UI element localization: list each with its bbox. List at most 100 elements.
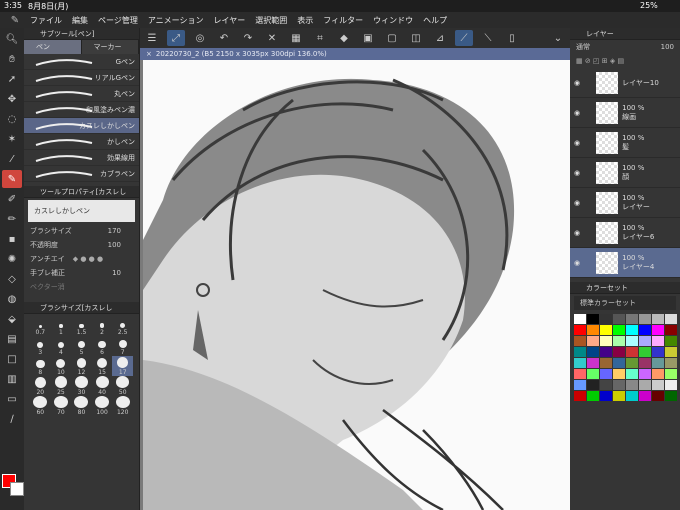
color-swatch[interactable] xyxy=(626,358,638,368)
decoration-icon[interactable]: ✺ xyxy=(2,250,22,268)
color-swatch[interactable] xyxy=(639,325,651,335)
color-swatch[interactable] xyxy=(587,358,599,368)
brush-size-option[interactable]: 50 xyxy=(112,376,133,396)
color-swatch[interactable] xyxy=(613,369,625,379)
gradient-icon[interactable]: ▤ xyxy=(2,330,22,348)
menu-selection[interactable]: 選択範囲 xyxy=(255,15,287,26)
color-swatch[interactable] xyxy=(639,336,651,346)
layer-row[interactable]: ◉ 100 % 顔 xyxy=(570,158,680,188)
brush-size-option[interactable]: 100 xyxy=(92,396,113,416)
figure-icon[interactable]: □ xyxy=(2,350,22,368)
eye-icon[interactable]: ◉ xyxy=(574,169,580,177)
color-swatch[interactable] xyxy=(574,369,586,379)
snap-icon[interactable]: ⟋ xyxy=(455,30,473,46)
brush-size-option[interactable]: 8 xyxy=(30,356,51,376)
ruler-icon[interactable]: ⊿ xyxy=(431,30,449,46)
brush-size-option[interactable]: 6 xyxy=(92,336,113,356)
color-swatch[interactable] xyxy=(613,358,625,368)
grid-icon[interactable]: ▦ xyxy=(287,30,305,46)
hand-icon[interactable]: ✋︎ xyxy=(2,50,22,68)
tab-marker[interactable]: マーカー xyxy=(81,40,139,54)
eye-icon[interactable]: ◉ xyxy=(574,139,580,147)
brush-size-option[interactable]: 30 xyxy=(71,376,92,396)
color-swatch[interactable] xyxy=(613,314,625,324)
brush-size-option[interactable]: 40 xyxy=(92,376,113,396)
color-swatch[interactable] xyxy=(574,391,586,401)
layer-row[interactable]: ◉ レイヤー10 xyxy=(570,68,680,98)
eye-icon[interactable]: ◉ xyxy=(574,79,580,87)
blend-mode[interactable]: 通常 xyxy=(576,42,590,52)
color-swatch[interactable] xyxy=(665,336,677,346)
color-swatch[interactable] xyxy=(587,380,599,390)
brush-item[interactable]: リアルGペン xyxy=(24,70,139,86)
color-swatch[interactable] xyxy=(665,325,677,335)
brush-item[interactable]: 丸ペン xyxy=(24,86,139,102)
size-value[interactable]: 170 xyxy=(108,227,121,235)
color-swatch[interactable] xyxy=(574,358,586,368)
color-swatch[interactable] xyxy=(626,336,638,346)
brush-size-option[interactable]: 15 xyxy=(92,356,113,376)
eye-icon[interactable]: ◉ xyxy=(574,259,580,267)
brush-size-option[interactable]: 1 xyxy=(51,316,72,336)
opacity-value[interactable]: 100 xyxy=(108,241,121,249)
clear-icon[interactable]: ✕ xyxy=(263,30,281,46)
color-swatch[interactable] xyxy=(600,336,612,346)
color-swatch[interactable] xyxy=(626,391,638,401)
color-swatch[interactable] xyxy=(600,358,612,368)
brush-item[interactable]: カスレしかしペン xyxy=(24,118,139,134)
color-swatch[interactable] xyxy=(587,325,599,335)
lasso-icon[interactable]: ◌ xyxy=(2,110,22,128)
color-swatch[interactable] xyxy=(613,391,625,401)
brush-item[interactable]: カブラペン xyxy=(24,166,139,182)
color-swatch[interactable] xyxy=(574,314,586,324)
color-swatch[interactable] xyxy=(665,314,677,324)
eye-icon[interactable]: ◉ xyxy=(574,229,580,237)
brush-size-option[interactable]: 3 xyxy=(30,336,51,356)
menu-layer[interactable]: レイヤー xyxy=(214,15,246,26)
menu-edit[interactable]: 編集 xyxy=(72,15,88,26)
brush-size-option[interactable]: 120 xyxy=(112,396,133,416)
chevron-down-icon[interactable]: ⌄ xyxy=(549,30,567,46)
eyedropper-icon[interactable]: ⁄ xyxy=(2,150,22,168)
brush-icon[interactable]: ✏︎ xyxy=(2,210,22,228)
color-swatch[interactable] xyxy=(613,347,625,357)
close-icon[interactable]: × xyxy=(146,50,152,58)
brush-size-option[interactable]: 12 xyxy=(71,356,92,376)
color-swatch[interactable] xyxy=(652,380,664,390)
color-swatch[interactable] xyxy=(626,347,638,357)
color-swatch[interactable] xyxy=(600,314,612,324)
brush-size-option[interactable]: 1.5 xyxy=(71,316,92,336)
deselect-icon[interactable]: ▢ xyxy=(383,30,401,46)
fill-icon[interactable]: ◆ xyxy=(335,30,353,46)
layer-tools-icon[interactable]: ▦ ⊘ ◰ ⊞ ◈ ▤ xyxy=(570,54,680,68)
brush-size-option[interactable]: 2.5 xyxy=(112,316,133,336)
brush-size-option[interactable]: 60 xyxy=(30,396,51,416)
brush-size-option[interactable]: 25 xyxy=(51,376,72,396)
color-swatch[interactable] xyxy=(652,391,664,401)
menu-view[interactable]: 表示 xyxy=(297,15,313,26)
menu-animation[interactable]: アニメーション xyxy=(148,15,204,26)
color-swatch[interactable] xyxy=(600,325,612,335)
document-tab[interactable]: × 20220730_2 (B5 2150 x 3035px 300dpi 13… xyxy=(140,48,570,60)
brush-size-option[interactable]: 70 xyxy=(51,396,72,416)
color-swatch[interactable] xyxy=(587,336,599,346)
layer-row[interactable]: ◉ 100 % レイヤー4 xyxy=(570,248,680,278)
transform-icon[interactable]: ⤢ xyxy=(167,30,185,46)
menu-filter[interactable]: フィルター xyxy=(323,15,363,26)
snap2-icon[interactable]: ⟍ xyxy=(479,30,497,46)
colorset-select[interactable]: 標準カラーセット xyxy=(574,296,676,310)
undo-icon[interactable]: ↶ xyxy=(215,30,233,46)
brush-size-option[interactable]: 10 xyxy=(51,356,72,376)
eye-icon[interactable]: ◉ xyxy=(574,199,580,207)
blend-icon[interactable]: ◍ xyxy=(2,290,22,308)
fill-bucket-icon[interactable]: ⬙ xyxy=(2,310,22,328)
device-icon[interactable]: ▯ xyxy=(503,30,521,46)
menu-window[interactable]: ウィンドウ xyxy=(373,15,413,26)
color-swatch[interactable] xyxy=(652,336,664,346)
invert-icon[interactable]: ◫ xyxy=(407,30,425,46)
drawing-canvas[interactable] xyxy=(143,60,570,510)
stabilization-value[interactable]: 10 xyxy=(112,269,121,277)
airbrush-icon[interactable]: ▪ xyxy=(2,230,22,248)
color-swatch[interactable] xyxy=(639,358,651,368)
color-swatch[interactable] xyxy=(665,380,677,390)
